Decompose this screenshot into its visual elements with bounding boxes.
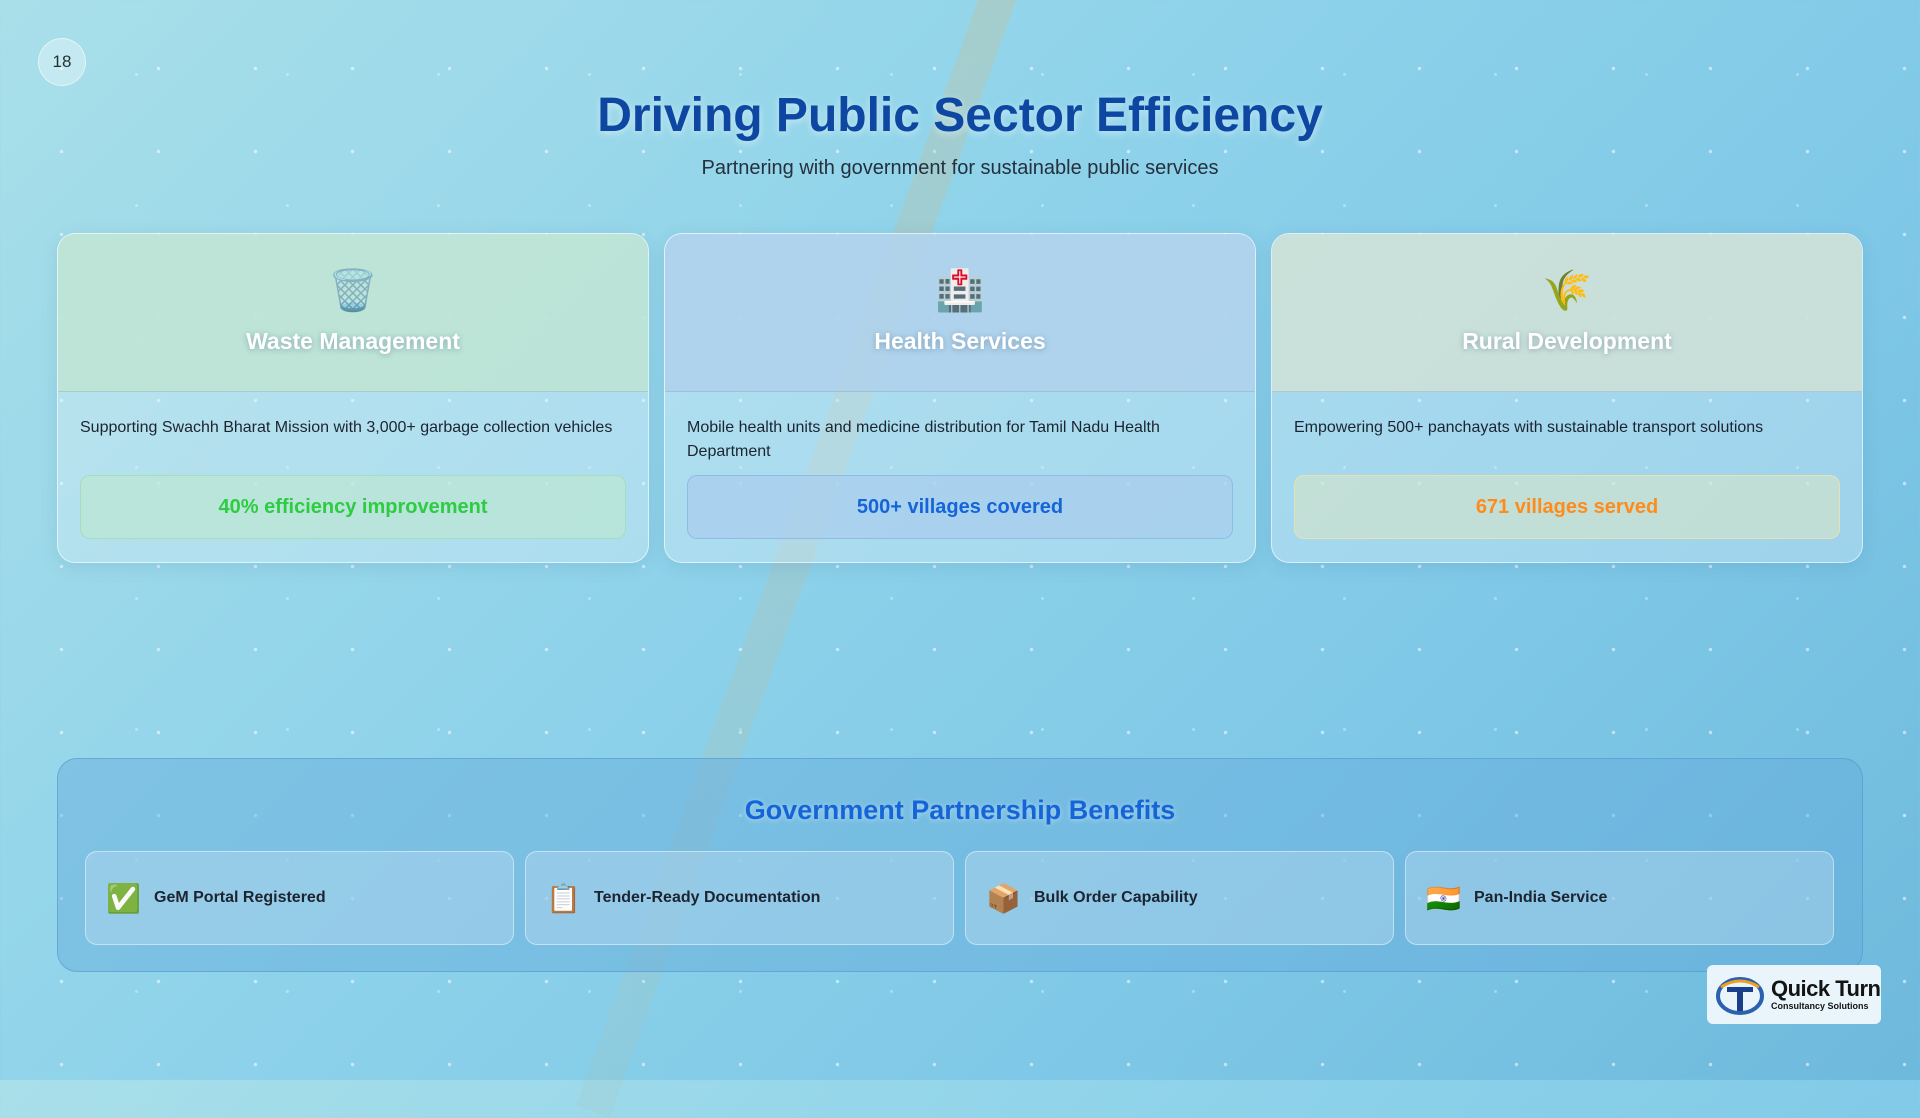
card-title: Rural Development	[1462, 328, 1672, 354]
benefit-bulk-order[interactable]: 📦 Bulk Order Capability	[965, 851, 1394, 945]
rice-sheaf-icon: 🌾	[1542, 269, 1592, 313]
page-number-badge: 18	[38, 38, 86, 86]
benefit-label: Tender-Ready Documentation	[594, 889, 821, 906]
india-flag-icon: 🇮🇳	[1426, 882, 1461, 914]
page-subtitle: Partnering with government for sustainab…	[701, 157, 1219, 179]
benefit-label: Bulk Order Capability	[1034, 889, 1198, 906]
benefit-gem-portal[interactable]: ✅ GeM Portal Registered	[85, 851, 514, 945]
card-rural-development: 🌾 Rural Development Empowering 500+ panc…	[1271, 233, 1863, 563]
card-description: Empowering 500+ panchayats with sustaina…	[1294, 419, 1764, 436]
partnership-benefits-panel: Government Partnership Benefits ✅ GeM Po…	[57, 758, 1863, 972]
benefit-label: GeM Portal Registered	[154, 889, 326, 906]
benefit-label: Pan-India Service	[1474, 889, 1608, 906]
card-title: Health Services	[874, 328, 1046, 354]
card-description: Supporting Swachh Bharat Mission with 3,…	[80, 419, 613, 436]
sector-cards: 🗑️ Waste Management Supporting Swachh Bh…	[57, 233, 1863, 563]
logo-name: Quick Turn	[1771, 976, 1881, 1001]
card-stat: 500+ villages covered	[687, 475, 1233, 539]
card-stat: 671 villages served	[1294, 475, 1840, 539]
card-title: Waste Management	[246, 328, 460, 354]
benefits-title: Government Partnership Benefits	[744, 795, 1176, 825]
card-waste-management: 🗑️ Waste Management Supporting Swachh Bh…	[57, 233, 649, 563]
card-header: 🌾 Rural Development	[1272, 234, 1862, 392]
hospital-icon: 🏥	[935, 269, 985, 313]
package-icon: 📦	[986, 882, 1021, 914]
logo-tagline: Consultancy Solutions	[1771, 1001, 1869, 1011]
card-description: Mobile health units and medicine distrib…	[687, 419, 1160, 460]
benefit-pan-india[interactable]: 🇮🇳 Pan-India Service	[1405, 851, 1834, 945]
company-logo: Quick Turn Consultancy Solutions	[1707, 965, 1881, 1024]
benefit-tender-documentation[interactable]: 📋 Tender-Ready Documentation	[525, 851, 954, 945]
page-title: Driving Public Sector Efficiency	[597, 89, 1323, 142]
logo-mark-icon	[1716, 976, 1764, 1015]
card-header: 🏥 Health Services	[665, 234, 1255, 392]
check-mark-icon: ✅	[106, 882, 141, 914]
card-health-services: 🏥 Health Services Mobile health units an…	[664, 233, 1256, 563]
clipboard-icon: 📋	[546, 882, 581, 914]
logo-text: Quick Turn Consultancy Solutions	[1771, 978, 1881, 1011]
card-stat: 40% efficiency improvement	[80, 475, 626, 539]
card-header: 🗑️ Waste Management	[58, 234, 648, 392]
wastebasket-icon: 🗑️	[328, 269, 378, 313]
